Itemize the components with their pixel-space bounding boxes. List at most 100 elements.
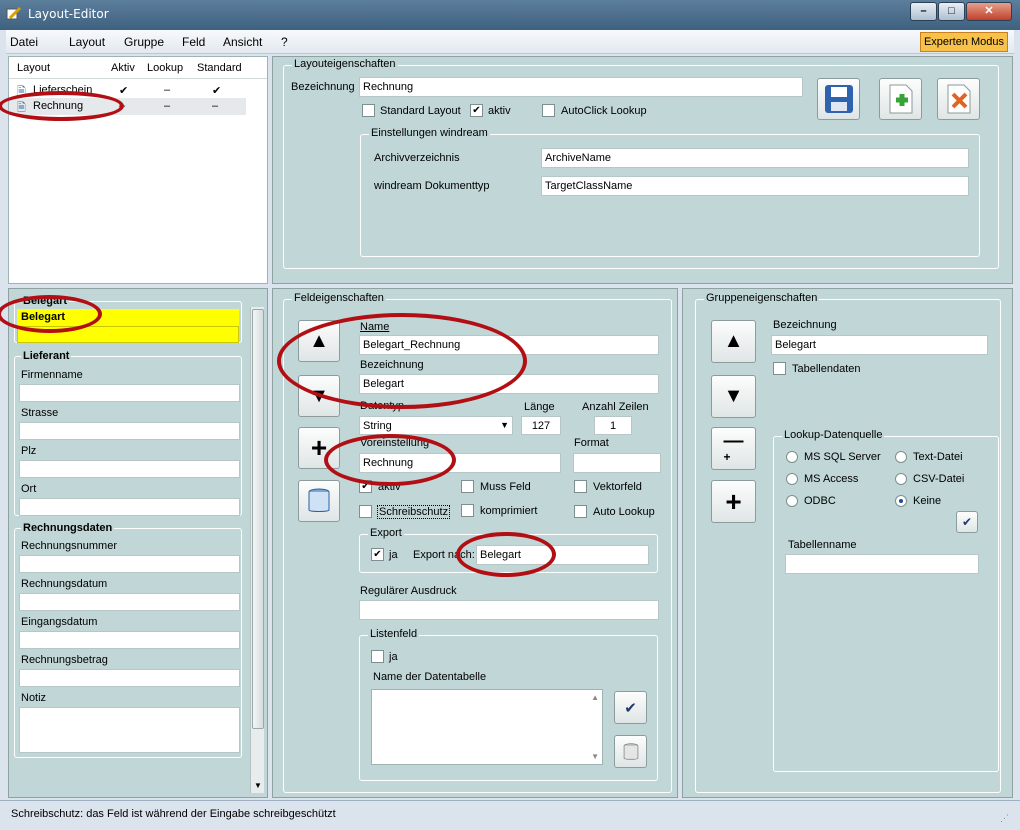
status-bar: Schreibschutz: das Feld ist während der …: [0, 800, 1020, 830]
datentabelle-delete-button[interactable]: [614, 735, 647, 768]
scroll-down-icon[interactable]: ▼: [254, 781, 262, 790]
autolookup-checkbox[interactable]: [574, 505, 587, 518]
lookup-confirm-button[interactable]: ✔: [956, 511, 978, 533]
rechnungsdaten-section: Rechnungsdaten Rechnungsnummer Rechnungs…: [14, 522, 242, 758]
check-icon: ✔: [961, 515, 973, 529]
layout-list-header: Layout Aktiv Lookup Standard: [9, 57, 267, 79]
group-move-up-button[interactable]: ▲: [711, 320, 756, 363]
doctype-label: windream Dokumenttyp: [374, 180, 490, 192]
komprimiert-checkbox[interactable]: [461, 504, 474, 517]
floppy-icon: [824, 85, 853, 113]
window-title: Layout-Editor: [28, 7, 109, 21]
listenfeld-checkbox[interactable]: [371, 650, 384, 663]
rechnungsdatum-label: Rechnungsdatum: [21, 578, 108, 590]
odbc-radio[interactable]: [786, 495, 798, 507]
arrow-down-icon: ▼: [723, 385, 744, 407]
autoclick-checkbox[interactable]: [542, 104, 555, 117]
komprimiert-label: komprimiert: [480, 505, 538, 517]
strasse-input[interactable]: [19, 422, 240, 440]
col-standard[interactable]: Standard: [197, 62, 242, 74]
firmenname-input[interactable]: [19, 384, 240, 402]
aktiv-checkbox[interactable]: ✔: [470, 104, 483, 117]
layout-list[interactable]: Layout Aktiv Lookup Standard 🗎 Liefersch…: [8, 56, 268, 284]
new-layout-button[interactable]: [879, 78, 922, 120]
save-button[interactable]: [817, 78, 860, 120]
export-ja-label: ja: [389, 549, 398, 561]
laenge-label: Länge: [524, 401, 555, 413]
format-input[interactable]: [573, 453, 661, 473]
group-remove-button[interactable]: — +: [711, 427, 756, 470]
schreibschutz-label: Schreibschutz: [377, 505, 451, 519]
expert-mode-button[interactable]: Experten Modus: [920, 32, 1008, 52]
muss-feld-checkbox[interactable]: [461, 480, 474, 493]
app-icon: [6, 7, 22, 20]
eingangsdatum-input[interactable]: [19, 631, 240, 649]
laenge-input[interactable]: 127: [521, 416, 561, 435]
vektorfeld-checkbox[interactable]: [574, 480, 587, 493]
annotation-circle: [324, 434, 456, 486]
plz-input[interactable]: [19, 460, 240, 478]
tabellenname-input[interactable]: [785, 554, 979, 574]
menu-datei[interactable]: Datei: [10, 35, 38, 49]
export-checkbox[interactable]: ✔: [371, 548, 384, 561]
group-add-button[interactable]: +: [711, 480, 756, 523]
preview-scrollbar[interactable]: ▼: [250, 307, 264, 793]
scroll-up-icon[interactable]: ▲: [591, 693, 599, 702]
msaccess-label: MS Access: [804, 473, 859, 485]
delete-layout-button[interactable]: [937, 78, 980, 120]
title-bar: Layout-Editor – □ ✕: [0, 0, 1020, 30]
resize-grip-icon[interactable]: ⋰: [1000, 813, 1009, 824]
datentyp-select[interactable]: String ▼: [359, 416, 513, 435]
group-move-down-button[interactable]: ▼: [711, 375, 756, 418]
minimize-button[interactable]: –: [910, 2, 937, 21]
col-lookup[interactable]: Lookup: [147, 62, 183, 74]
rechnungsbetrag-label: Rechnungsbetrag: [21, 654, 108, 666]
schreibschutz-checkbox[interactable]: [359, 505, 372, 518]
menu-feld[interactable]: Feld: [182, 35, 205, 49]
menu-help[interactable]: ?: [281, 35, 288, 49]
trash-icon: [623, 742, 638, 760]
listenfeld-ja-label: ja: [389, 651, 398, 663]
menu-layout[interactable]: Layout: [69, 35, 105, 49]
tabellendaten-checkbox[interactable]: [773, 362, 786, 375]
textdatei-radio[interactable]: [895, 451, 907, 463]
notiz-input[interactable]: [19, 707, 240, 753]
datentyp-value: String: [363, 420, 392, 432]
keine-radio[interactable]: [895, 495, 907, 507]
zeilen-input[interactable]: 1: [594, 416, 632, 435]
chevron-down-icon: ▼: [500, 420, 509, 430]
ort-input[interactable]: [19, 498, 240, 516]
trash-icon: [308, 488, 330, 512]
rechnungsnummer-input[interactable]: [19, 555, 240, 573]
rechnungsbetrag-input[interactable]: [19, 669, 240, 687]
firmenname-label: Firmenname: [21, 369, 83, 381]
scroll-down-icon[interactable]: ▼: [591, 752, 599, 761]
msaccess-radio[interactable]: [786, 473, 798, 485]
close-button[interactable]: ✕: [966, 2, 1012, 21]
rechnungsdatum-input[interactable]: [19, 593, 240, 611]
delete-field-button[interactable]: [298, 480, 340, 522]
lookup-title: Lookup-Datenquelle: [782, 429, 885, 441]
archiv-input[interactable]: ArchiveName: [541, 148, 969, 168]
layout-properties-panel: Layouteigenschaften Bezeichnung Rechnung…: [272, 56, 1013, 284]
menu-gruppe[interactable]: Gruppe: [124, 35, 164, 49]
doctype-input[interactable]: TargetClassName: [541, 176, 969, 196]
scrollbar-thumb[interactable]: [252, 309, 264, 729]
regex-input[interactable]: [359, 600, 659, 620]
standard-layout-checkbox[interactable]: [362, 104, 375, 117]
rechnungsnummer-label: Rechnungsnummer: [21, 540, 117, 552]
plus-icon: +: [725, 485, 742, 517]
layout-bezeichnung-input[interactable]: Rechnung: [359, 77, 803, 97]
group-bezeichnung-input[interactable]: Belegart: [771, 335, 988, 355]
datentabelle-list[interactable]: ▲ ▼: [371, 689, 603, 765]
datentabelle-confirm-button[interactable]: ✔: [614, 691, 647, 724]
col-aktiv[interactable]: Aktiv: [111, 62, 135, 74]
maximize-button[interactable]: □: [938, 2, 965, 21]
mssql-radio[interactable]: [786, 451, 798, 463]
annotation-circle: [277, 313, 527, 409]
archiv-label: Archivverzeichnis: [374, 152, 460, 164]
csvdatei-radio[interactable]: [895, 473, 907, 485]
delete-document-icon: [947, 84, 970, 114]
col-layout[interactable]: Layout: [17, 62, 50, 74]
menu-ansicht[interactable]: Ansicht: [223, 35, 262, 49]
